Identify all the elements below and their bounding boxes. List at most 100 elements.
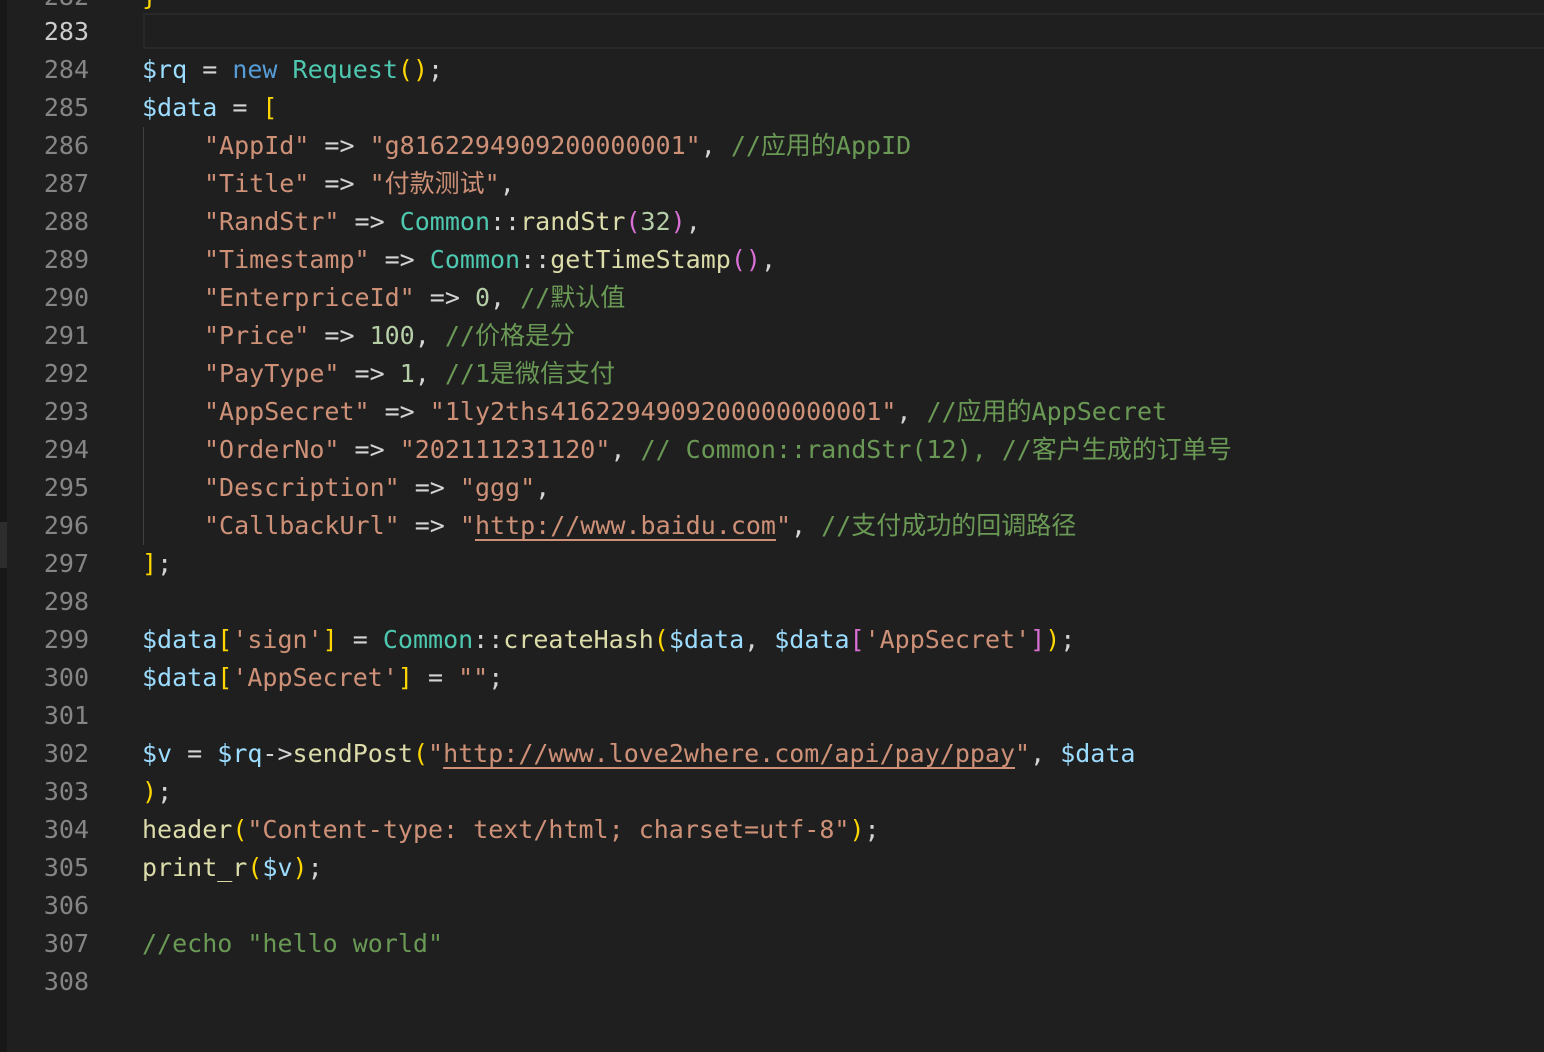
- token-string-key: "AppSecret": [204, 397, 370, 426]
- token-variable: $data: [142, 93, 218, 122]
- line-number-301: 301: [43, 701, 89, 730]
- token-comment: //默认值: [520, 283, 626, 312]
- code-line-300[interactable]: $data['AppSecret'] = "";: [142, 659, 503, 697]
- code-line-293[interactable]: "AppSecret" => "1ly2ths41622949092000000…: [204, 393, 1167, 431]
- token-string-key: "Description": [204, 473, 400, 502]
- token-string-key: "EnterpriceId": [204, 283, 415, 312]
- token-semicolon: ;: [157, 549, 173, 578]
- token-quote: ": [775, 511, 792, 540]
- scroll-indicator[interactable]: [0, 522, 7, 568]
- token-class: Common: [382, 625, 474, 654]
- token-operator: =: [412, 663, 459, 692]
- token-quote: ": [1015, 739, 1031, 768]
- token-function: randStr: [520, 207, 626, 236]
- code-line-285[interactable]: $data = [: [142, 89, 277, 127]
- token-arrow: =>: [399, 511, 460, 540]
- line-number-285: 285: [43, 93, 89, 122]
- line-number-283: 283: [43, 17, 89, 46]
- code-line-304[interactable]: header("Content-type: text/html; charset…: [142, 811, 880, 849]
- token-paren: (: [625, 207, 641, 236]
- token-number: 100: [369, 321, 415, 350]
- token-string-key: "CallbackUrl": [204, 511, 400, 540]
- code-line-294[interactable]: "OrderNo" => "202111231120", // Common::…: [204, 431, 1232, 469]
- token-operator: =: [337, 625, 383, 654]
- code-line-302[interactable]: $v = $rq->sendPost("http://www.love2wher…: [142, 735, 1135, 773]
- token-string: "202111231120": [399, 435, 611, 464]
- code-area[interactable]: } $rq = new Request(); $data = [ "AppId"…: [142, 0, 1544, 1052]
- line-number-290: 290: [43, 283, 89, 312]
- line-number-295: 295: [43, 473, 89, 502]
- token-paren: ): [292, 853, 308, 882]
- token-string: 'sign': [232, 625, 323, 654]
- token-variable: $data: [774, 625, 850, 654]
- code-line-296[interactable]: "CallbackUrl" => "http://www.baidu.com",…: [204, 507, 1076, 545]
- token-string: 'AppSecret': [864, 625, 1031, 654]
- token-semicolon: ;: [428, 55, 444, 84]
- token-paren: (: [232, 815, 248, 844]
- line-number-297: 297: [43, 549, 89, 578]
- token-arrow: =>: [339, 359, 400, 388]
- token-arrow: =>: [369, 397, 430, 426]
- token-arrow: =>: [309, 321, 370, 350]
- token-bracket: ]: [397, 663, 413, 692]
- token-string: "付款测试": [369, 169, 500, 198]
- code-line-289[interactable]: "Timestamp" => Common::getTimeStamp(),: [204, 241, 776, 279]
- code-line-290[interactable]: "EnterpriceId" => 0, //默认值: [204, 279, 625, 317]
- token-quote: ": [428, 739, 444, 768]
- code-line-307[interactable]: //echo "hello world": [142, 925, 443, 963]
- token-arrow: =>: [309, 169, 370, 198]
- token-arrow: =>: [414, 283, 475, 312]
- line-number-294: 294: [43, 435, 89, 464]
- token-operator: =: [187, 55, 233, 84]
- api-url-link[interactable]: http://www.love2where.com/api/pay/ppay: [443, 739, 1015, 768]
- token-comma: ,: [1030, 739, 1061, 768]
- code-line-286[interactable]: "AppId" => "g8162294909200000001", //应用的…: [204, 127, 911, 165]
- token-class: Common: [399, 207, 490, 236]
- line-number-304: 304: [43, 815, 89, 844]
- token-paren: (: [653, 625, 669, 654]
- line-number-gutter: 282 283284285286287288289290291292293294…: [7, 0, 97, 1052]
- token-comma: ,: [499, 169, 515, 198]
- code-line-288[interactable]: "RandStr" => Common::randStr(32),: [204, 203, 701, 241]
- code-line-303[interactable]: );: [142, 773, 172, 811]
- partial-brace: }: [142, 0, 157, 16]
- code-line-291[interactable]: "Price" => 100, //价格是分: [204, 317, 575, 355]
- token-comma: ,: [535, 473, 551, 502]
- line-number-307: 307: [43, 929, 89, 958]
- line-number-286: 286: [43, 131, 89, 160]
- token-string: "Content-type: text/html; charset=utf-8": [247, 815, 850, 844]
- token-variable: $v: [262, 853, 293, 882]
- token-comment: // Common::randStr(12), //客户生成的订单号: [640, 435, 1232, 464]
- token-variable: $data: [142, 663, 218, 692]
- callback-url-link[interactable]: http://www.baidu.com: [475, 511, 776, 540]
- code-line-284[interactable]: $rq = new Request();: [142, 51, 443, 89]
- token-semicolon: ;: [157, 777, 173, 806]
- token-operator: =: [172, 739, 218, 768]
- code-line-305[interactable]: print_r($v);: [142, 849, 323, 887]
- token-comma: ,: [744, 625, 775, 654]
- code-line-295[interactable]: "Description" => "ggg",: [204, 469, 550, 507]
- token-arrow: =>: [339, 207, 400, 236]
- line-number-293: 293: [43, 397, 89, 426]
- token-string-key: "Title": [204, 169, 310, 198]
- token-class: Request: [292, 55, 398, 84]
- code-line-297[interactable]: ];: [142, 545, 172, 583]
- token-string: "": [458, 663, 489, 692]
- token-string: "1ly2ths4162294909200000000001": [429, 397, 897, 426]
- token-paren: ): [142, 777, 158, 806]
- token-string-key: "OrderNo": [204, 435, 340, 464]
- code-editor[interactable]: 282 283284285286287288289290291292293294…: [0, 0, 1544, 1052]
- token-string-key: "Price": [204, 321, 310, 350]
- line-number-305: 305: [43, 853, 89, 882]
- token-string-key: "AppId": [204, 131, 310, 160]
- code-line-292[interactable]: "PayType" => 1, //1是微信支付: [204, 355, 615, 393]
- token-comment: //应用的AppSecret: [926, 397, 1168, 426]
- line-number-287: 287: [43, 169, 89, 198]
- token-string: "g8162294909200000001": [369, 131, 701, 160]
- line-number-288: 288: [43, 207, 89, 236]
- token-comma: ,: [685, 207, 701, 236]
- token-paren: ): [849, 815, 865, 844]
- token-bracket: [: [217, 663, 233, 692]
- code-line-299[interactable]: $data['sign'] = Common::createHash($data…: [142, 621, 1075, 659]
- code-line-287[interactable]: "Title" => "付款测试",: [204, 165, 515, 203]
